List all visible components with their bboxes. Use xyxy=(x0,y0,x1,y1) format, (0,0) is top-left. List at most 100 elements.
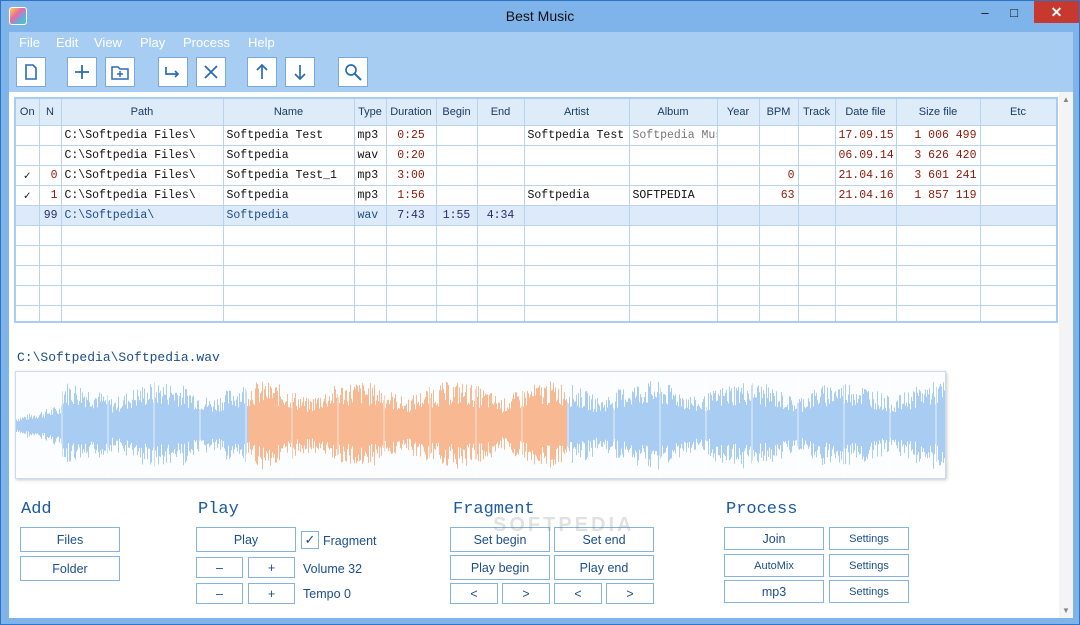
cell-on[interactable] xyxy=(16,145,40,166)
join-button[interactable]: Join xyxy=(724,527,824,550)
vertical-scrollbar[interactable]: ▲ ▼ xyxy=(1059,92,1073,618)
column-header-etc[interactable]: Etc xyxy=(980,99,1056,126)
delete-icon[interactable] xyxy=(196,57,226,87)
cell-duration: 1:56 xyxy=(386,185,437,206)
arrow-up-icon[interactable] xyxy=(247,57,277,87)
cell-n: 99 xyxy=(39,205,62,226)
join-settings-button[interactable]: Settings xyxy=(829,527,909,550)
empty-cell xyxy=(16,285,40,306)
column-header-duration[interactable]: Duration xyxy=(386,99,437,126)
empty-table-row xyxy=(16,265,1056,286)
begin-next-button[interactable]: > xyxy=(502,583,550,604)
menu-help[interactable]: Help xyxy=(248,35,275,50)
cell-on[interactable]: ✓ xyxy=(16,165,40,186)
empty-cell xyxy=(896,265,981,286)
column-header-begin[interactable]: Begin xyxy=(436,99,478,126)
table-row[interactable]: C:\Softpedia Files\ Softpedia wav 0:20 06.09… xyxy=(16,145,1056,166)
add-files-button[interactable]: Files xyxy=(20,527,120,552)
waveform-view[interactable] xyxy=(15,371,946,479)
new-file-icon[interactable] xyxy=(16,57,46,87)
tempo-up-button[interactable]: + xyxy=(248,583,295,604)
tempo-down-button[interactable]: – xyxy=(196,583,243,604)
cell-begin xyxy=(436,145,478,166)
menu-edit[interactable]: Edit xyxy=(56,35,78,50)
empty-cell xyxy=(759,265,799,286)
empty-cell xyxy=(798,305,836,321)
table-row[interactable]: ✓ 0 C:\Softpedia Files\ Softpedia Test_1 mp3… xyxy=(16,165,1056,186)
begin-prev-button[interactable]: < xyxy=(450,583,498,604)
column-header-date-file[interactable]: Date file xyxy=(835,99,897,126)
column-header-on[interactable]: On xyxy=(16,99,40,126)
scroll-down-icon[interactable]: ▼ xyxy=(1062,606,1070,615)
close-icon[interactable]: ✕ xyxy=(1034,1,1079,23)
empty-cell xyxy=(717,265,760,286)
table-body: C:\Softpedia Files\ Softpedia Test mp3 0:25… xyxy=(16,125,1056,321)
table-row[interactable]: ✓ 1 C:\Softpedia Files\ Softpedia mp3 1:56 Sof… xyxy=(16,185,1056,206)
column-header-album[interactable]: Album xyxy=(629,99,718,126)
column-header-bpm[interactable]: BPM xyxy=(759,99,799,126)
end-prev-button[interactable]: < xyxy=(554,583,602,604)
cell-album: SOFTPEDIA xyxy=(629,185,718,206)
cell-on[interactable] xyxy=(16,125,40,146)
empty-cell xyxy=(16,305,40,321)
cell-on[interactable]: ✓ xyxy=(16,185,40,206)
volume-up-button[interactable]: + xyxy=(248,557,295,578)
scroll-up-icon[interactable]: ▲ xyxy=(1062,95,1070,104)
column-header-artist[interactable]: Artist xyxy=(524,99,630,126)
automix-button[interactable]: AutoMix xyxy=(724,554,824,577)
table-header-row: On N Path Name Type Duration Begin End Artist Alb… xyxy=(16,99,1056,126)
empty-cell xyxy=(61,285,224,306)
cell-path: C:\Softpedia\ xyxy=(61,205,224,226)
waveform-graphic[interactable] xyxy=(16,372,946,479)
empty-cell xyxy=(354,245,387,266)
cell-size: 1 006 499 xyxy=(896,125,981,146)
table-row[interactable]: C:\Softpedia Files\ Softpedia Test mp3 0:25… xyxy=(16,125,1056,146)
empty-cell xyxy=(798,285,836,306)
cell-end xyxy=(477,125,525,146)
column-header-end[interactable]: End xyxy=(477,99,525,126)
play-button[interactable]: Play xyxy=(196,527,296,552)
add-folder-button[interactable]: Folder xyxy=(20,556,120,581)
end-next-button[interactable]: > xyxy=(606,583,654,604)
cell-year xyxy=(717,185,760,206)
empty-cell xyxy=(629,305,718,321)
menu-file[interactable]: File xyxy=(19,35,40,50)
mp3-button[interactable]: mp3 xyxy=(724,580,824,603)
cell-date xyxy=(835,205,897,226)
column-header-track[interactable]: Track xyxy=(798,99,836,126)
volume-label: Volume 32 xyxy=(303,562,363,576)
cell-path: C:\Softpedia Files\ xyxy=(61,125,224,146)
cell-on[interactable] xyxy=(16,205,40,226)
menu-view[interactable]: View xyxy=(94,35,122,50)
add-folder-icon[interactable] xyxy=(105,57,135,87)
fragment-checkbox[interactable]: ✓ xyxy=(301,531,319,549)
cell-date: 21.04.16 xyxy=(835,165,897,186)
column-header-size-file[interactable]: Size file xyxy=(896,99,981,126)
empty-cell xyxy=(524,225,630,246)
maximize-icon[interactable]: □ xyxy=(1000,1,1028,23)
automix-settings-button[interactable]: Settings xyxy=(829,554,909,577)
column-header-path[interactable]: Path xyxy=(61,99,224,126)
menu-process[interactable]: Process xyxy=(183,35,230,50)
column-header-type[interactable]: Type xyxy=(354,99,387,126)
table-row[interactable]: 99 C:\Softpedia\ Softpedia wav 7:43 1:55 4:34 xyxy=(16,205,1056,226)
minimize-icon[interactable]: – xyxy=(971,1,999,23)
play-begin-button[interactable]: Play begin xyxy=(450,555,550,580)
column-header-n[interactable]: N xyxy=(39,99,62,126)
empty-cell xyxy=(223,245,355,266)
empty-cell xyxy=(386,225,437,246)
arrow-down-icon[interactable] xyxy=(285,57,315,87)
cell-name: Softpedia xyxy=(223,205,355,226)
volume-down-button[interactable]: – xyxy=(196,557,243,578)
cell-type: mp3 xyxy=(354,165,387,186)
play-section-title: Play xyxy=(198,500,239,519)
column-header-year[interactable]: Year xyxy=(717,99,760,126)
move-icon[interactable] xyxy=(158,57,188,87)
column-header-name[interactable]: Name xyxy=(223,99,355,126)
cell-n: 1 xyxy=(39,185,62,206)
menu-play[interactable]: Play xyxy=(140,35,165,50)
play-end-button[interactable]: Play end xyxy=(554,555,654,580)
mp3-settings-button[interactable]: Settings xyxy=(829,580,909,603)
search-icon[interactable] xyxy=(338,57,368,87)
add-icon[interactable] xyxy=(67,57,97,87)
